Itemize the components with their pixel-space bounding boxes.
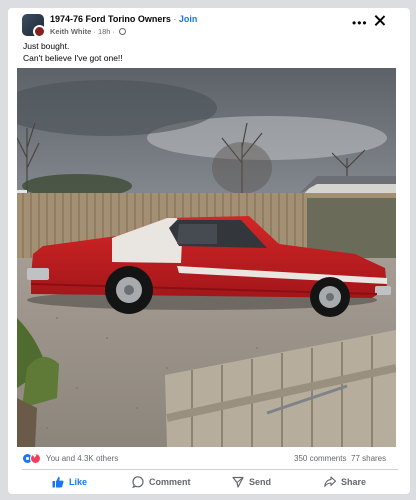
join-group-link[interactable]: Join xyxy=(179,14,198,24)
author-name-link[interactable]: Keith White xyxy=(50,27,91,36)
comment-button[interactable]: Comment xyxy=(132,472,191,492)
more-dots-icon: ••• xyxy=(352,16,368,30)
front-bumper xyxy=(27,268,49,280)
group-avatar[interactable] xyxy=(22,14,44,36)
separator-dot: · xyxy=(112,27,116,36)
more-options-button[interactable]: ••• xyxy=(352,16,368,30)
reaction-icons[interactable] xyxy=(22,453,46,465)
shares-count[interactable]: 77 shares xyxy=(351,454,386,463)
thumbs-up-icon xyxy=(52,476,64,488)
share-icon xyxy=(324,476,336,488)
post-card: 1974-76 Ford Torino Owners · Join Keith … xyxy=(8,8,410,494)
car-photo xyxy=(17,68,396,447)
share-label: Share xyxy=(341,477,367,487)
group-name-link[interactable]: 1974-76 Ford Torino Owners xyxy=(50,14,171,24)
separator-dot: · xyxy=(173,14,177,24)
love-reaction-icon xyxy=(30,453,41,464)
send-label: Send xyxy=(249,477,272,487)
like-button[interactable]: Like xyxy=(52,472,87,492)
close-button[interactable] xyxy=(373,14,387,28)
comments-count[interactable]: 350 comments xyxy=(294,454,346,463)
divider xyxy=(22,469,398,470)
post-text-line: Can't believe I've got one!! xyxy=(23,52,123,63)
action-bar: Like Comment Send Share xyxy=(8,472,410,494)
comment-label: Comment xyxy=(149,477,191,487)
reaction-summary[interactable]: You and 4.3K others xyxy=(46,454,118,463)
share-button[interactable]: Share xyxy=(324,472,366,492)
globe-icon xyxy=(119,28,127,35)
post-text-line: Just bought. xyxy=(23,41,70,51)
post-photo[interactable] xyxy=(17,68,396,447)
send-icon xyxy=(232,476,244,488)
author-avatar[interactable] xyxy=(33,25,44,36)
separator-dot: · xyxy=(93,27,96,36)
post-header: 1974-76 Ford Torino Owners · Join Keith … xyxy=(8,8,410,38)
like-label: Like xyxy=(69,477,88,487)
post-text: Just bought. Can't believe I've got one!… xyxy=(23,41,123,64)
post-meta: Keith White · 18h · xyxy=(50,27,127,36)
comment-icon xyxy=(132,476,144,488)
group-title-line: 1974-76 Ford Torino Owners · Join xyxy=(50,14,197,24)
send-button[interactable]: Send xyxy=(232,472,271,492)
post-timestamp[interactable]: 18h xyxy=(98,27,111,36)
reactions-bar: You and 4.3K others 350 comments 77 shar… xyxy=(22,453,398,467)
